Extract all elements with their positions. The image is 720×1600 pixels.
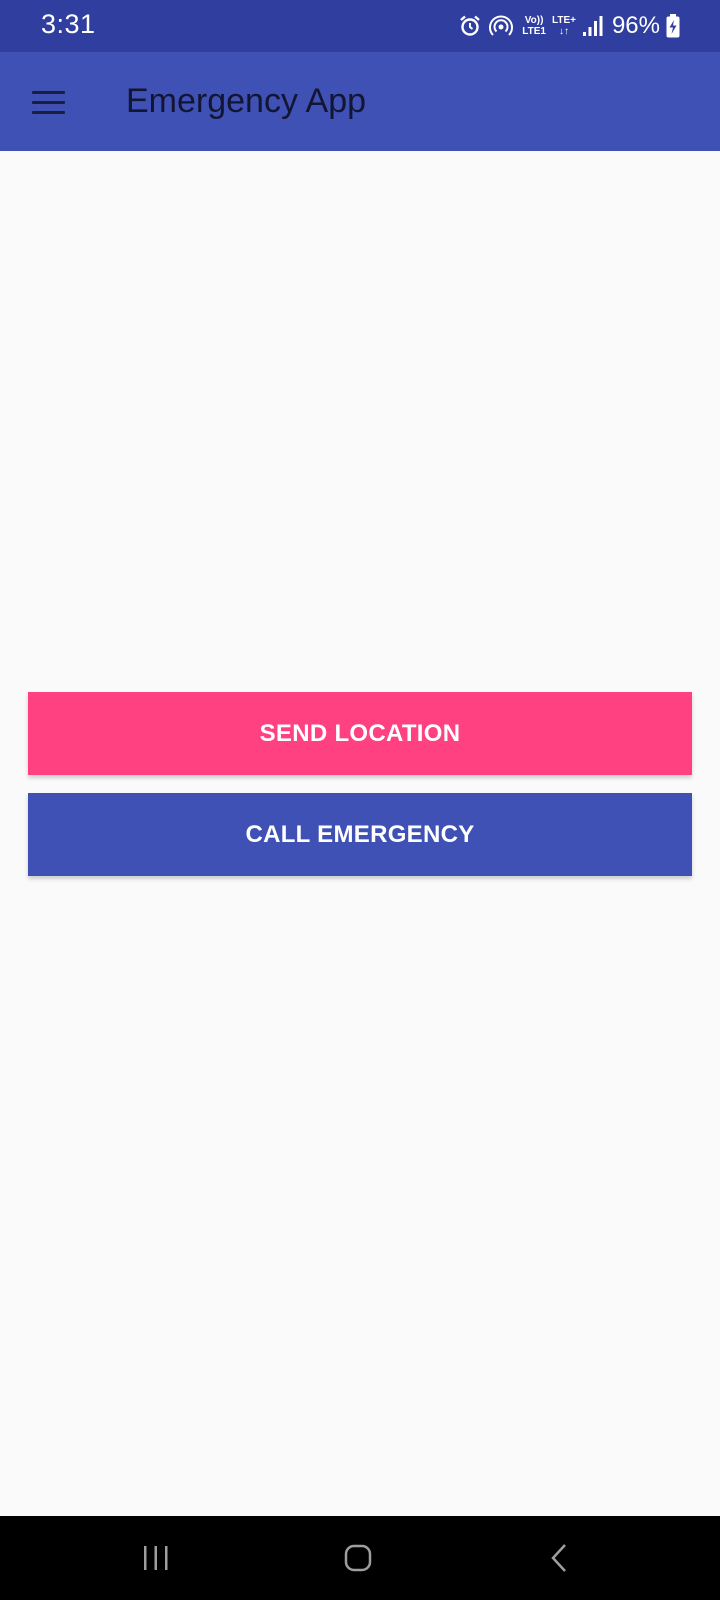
signal-icon	[582, 15, 604, 37]
app-title: Emergency App	[126, 82, 367, 120]
recent-apps-icon[interactable]	[132, 1534, 180, 1582]
status-bar: 3:31 Vo)) LTE1 LTE+ ↓↑ 96%	[0, 0, 720, 52]
menu-line	[31, 100, 65, 104]
alarm-icon	[458, 14, 482, 38]
navigation-bar	[0, 1516, 720, 1600]
hamburger-menu-icon[interactable]	[24, 78, 72, 126]
volte-indicator: Vo)) LTE1	[522, 15, 546, 37]
battery-charging-icon	[666, 14, 680, 38]
volte-bottom-text: LTE1	[522, 26, 546, 37]
hotspot-icon	[488, 14, 514, 38]
app-bar: Emergency App	[0, 52, 720, 151]
call-emergency-button[interactable]: CALL EMERGENCY	[28, 793, 692, 876]
menu-line	[31, 110, 65, 114]
volte-top-text: Vo))	[524, 15, 544, 26]
status-time: 3:31	[41, 9, 96, 39]
menu-line	[31, 90, 65, 94]
lte-indicator: LTE+ ↓↑	[552, 15, 576, 37]
back-icon[interactable]	[536, 1534, 584, 1582]
screen: 3:31 Vo)) LTE1 LTE+ ↓↑ 96% Emergency App…	[0, 0, 720, 1600]
lte-bottom-text: ↓↑	[558, 26, 569, 37]
home-icon[interactable]	[334, 1534, 382, 1582]
battery-percent: 96%	[611, 12, 660, 39]
lte-top-text: LTE+	[551, 15, 576, 26]
status-icons: Vo)) LTE1 LTE+ ↓↑ 96%	[458, 10, 680, 42]
send-location-button[interactable]: SEND LOCATION	[28, 692, 692, 775]
